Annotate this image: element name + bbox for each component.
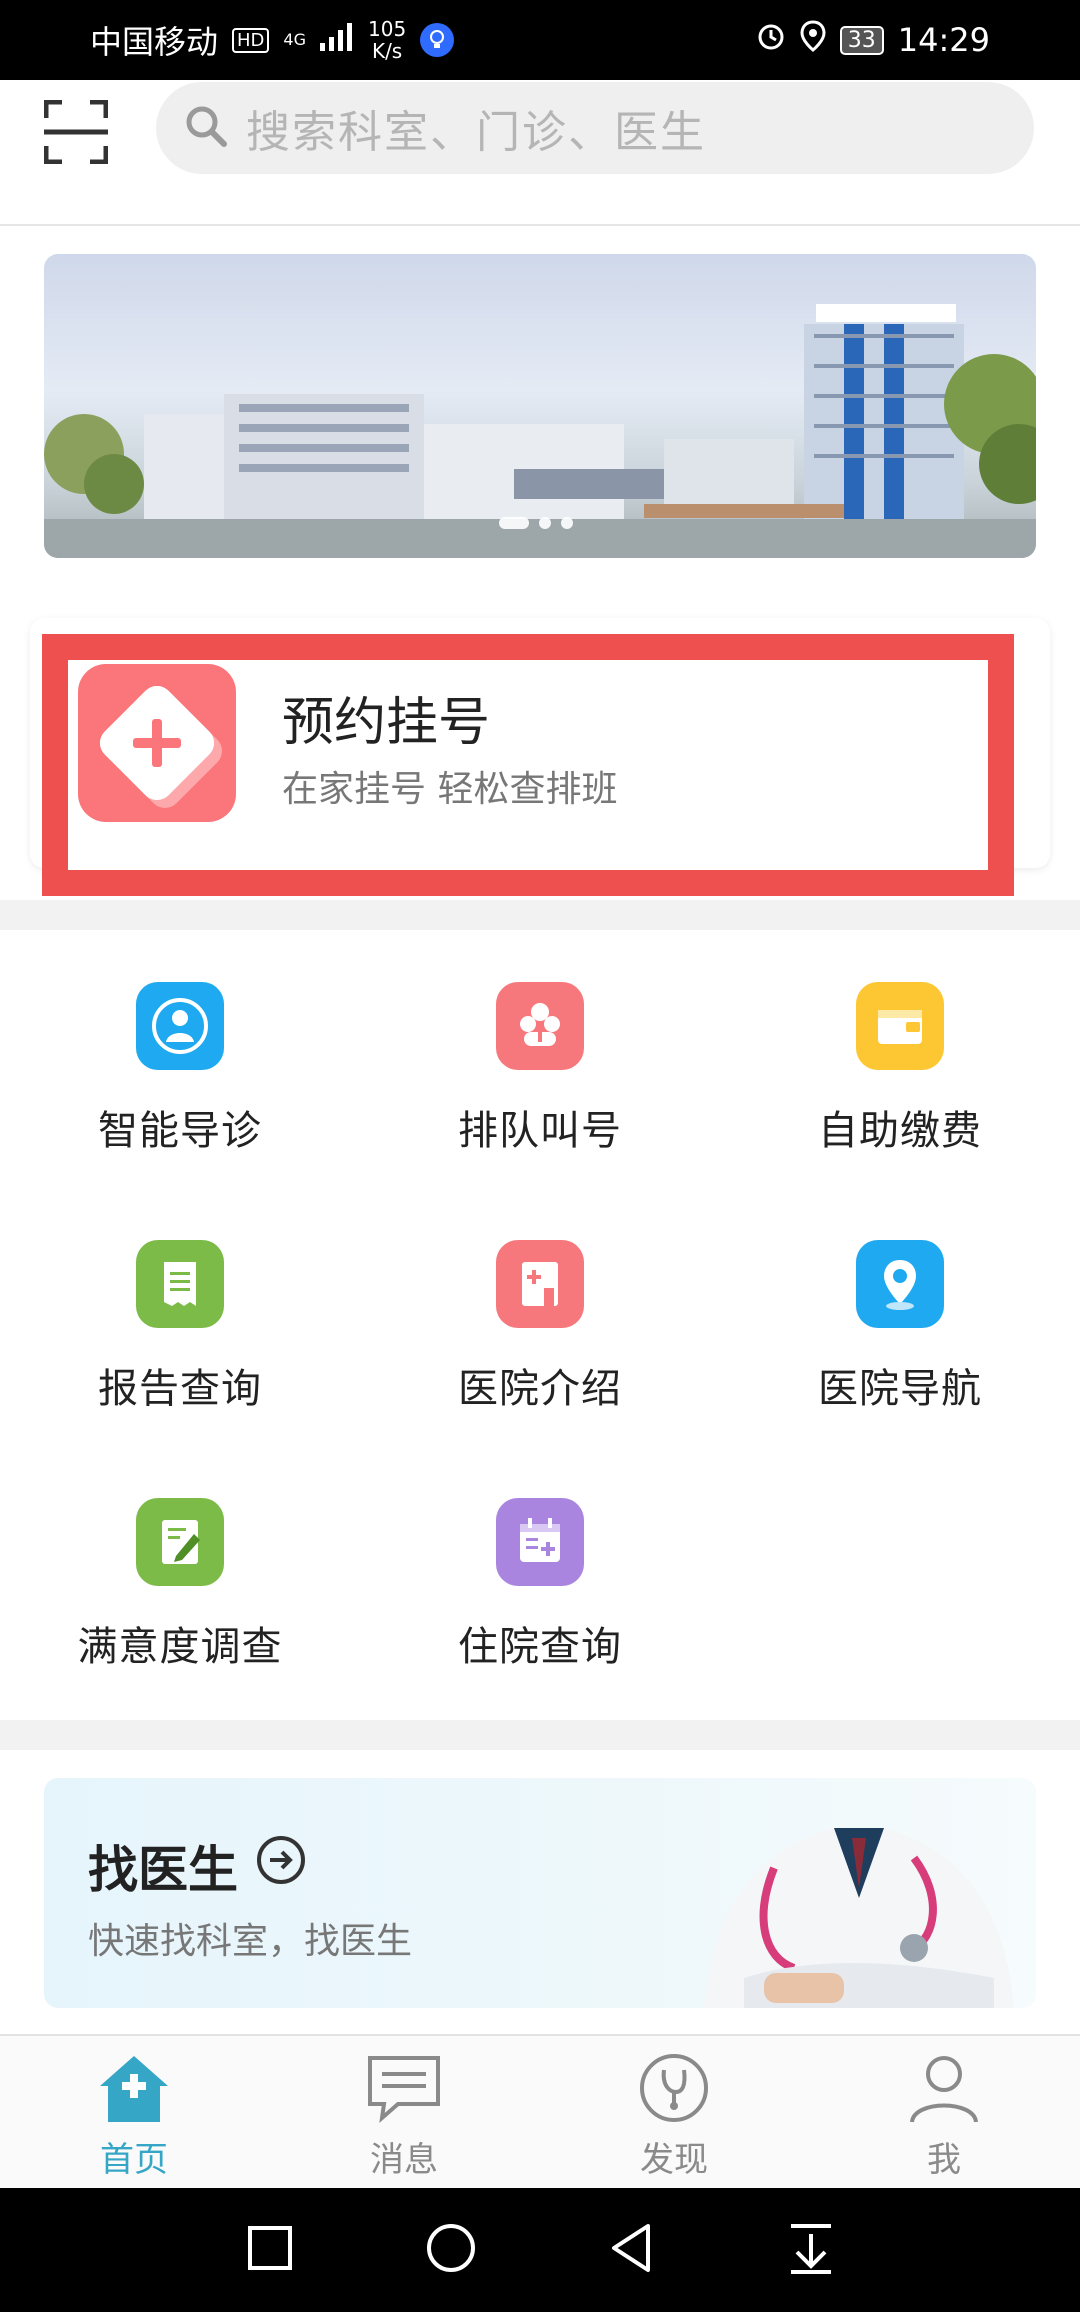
profile-icon <box>904 2056 984 2128</box>
service-hospital-navigation[interactable]: 医院导航 <box>720 1240 1080 1414</box>
service-self-pay[interactable]: 自助缴费 <box>720 982 1080 1156</box>
bottom-tab-bar: 首页 消息 发现 我 <box>0 2034 1080 2188</box>
recent-apps-icon[interactable] <box>246 2224 294 2276</box>
carousel-indicator <box>499 517 573 529</box>
banner-carousel[interactable] <box>44 254 1036 558</box>
hospital-banner-image <box>44 304 1036 558</box>
queue-icon <box>496 982 584 1070</box>
carousel-dot[interactable] <box>539 517 551 529</box>
calendar-icon <box>496 1498 584 1586</box>
survey-icon <box>136 1498 224 1586</box>
home-icon <box>94 2056 174 2128</box>
find-doctor-card[interactable]: 找医生 快速找科室，找医生 <box>44 1778 1036 2008</box>
service-label: 医院导航 <box>818 1366 982 1412</box>
service-label: 报告查询 <box>98 1366 262 1412</box>
bulb-icon <box>420 23 455 57</box>
header: 搜索科室、门诊、医生 <box>0 80 1080 226</box>
alarm-icon <box>756 21 786 59</box>
location-status-icon <box>800 20 826 60</box>
service-label: 医院介绍 <box>458 1366 622 1412</box>
tab-label: 首页 <box>100 2140 168 2180</box>
service-satisfaction-survey[interactable]: 满意度调查 <box>0 1498 360 1672</box>
service-hospital-intro[interactable]: 医院介绍 <box>360 1240 720 1414</box>
carrier-label: 中国移动 <box>90 23 219 61</box>
wallet-icon <box>856 982 944 1070</box>
clock: 14:29 <box>897 21 990 59</box>
service-label: 住院查询 <box>458 1624 622 1670</box>
message-icon <box>364 2056 444 2128</box>
section-divider <box>0 1720 1080 1750</box>
service-label: 满意度调查 <box>77 1624 283 1670</box>
tab-label: 发现 <box>640 2140 708 2180</box>
hospital-icon <box>496 1240 584 1328</box>
service-queue[interactable]: 排队叫号 <box>360 982 720 1156</box>
appointment-subtitle: 在家挂号 轻松查排班 <box>282 769 618 810</box>
network-icon: 4G <box>283 30 306 49</box>
service-label: 排队叫号 <box>458 1108 622 1154</box>
scan-icon[interactable] <box>43 99 109 165</box>
tab-label: 消息 <box>370 2140 438 2180</box>
search-placeholder: 搜索科室、门诊、医生 <box>246 107 706 158</box>
section-divider <box>0 900 1080 930</box>
report-icon <box>136 1240 224 1328</box>
back-icon[interactable] <box>608 2222 656 2278</box>
plus-diamond-icon <box>78 664 236 822</box>
hd-badge: HD <box>232 27 270 53</box>
arrow-circle-icon <box>256 1835 306 1897</box>
tab-home[interactable]: 首页 <box>74 2052 194 2181</box>
carousel-dot[interactable] <box>561 517 573 529</box>
service-inpatient-query[interactable]: 住院查询 <box>360 1498 720 1672</box>
location-icon <box>856 1240 944 1328</box>
tab-messages[interactable]: 消息 <box>344 2052 464 2181</box>
service-label: 智能导诊 <box>98 1108 262 1154</box>
search-input[interactable]: 搜索科室、门诊、医生 <box>156 82 1034 174</box>
network-speed: 105 K/s <box>368 17 407 63</box>
find-doctor-title: 找医生 <box>88 1841 238 1899</box>
doctor-illustration <box>704 1828 1014 2008</box>
guide-icon <box>136 982 224 1070</box>
find-doctor-subtitle: 快速找科室，找医生 <box>88 1921 413 1962</box>
tab-label: 我 <box>927 2140 961 2180</box>
find-doctor-heading: 找医生 <box>88 1830 306 1902</box>
service-smart-guide[interactable]: 智能导诊 <box>0 982 360 1156</box>
appointment-title: 预约挂号 <box>282 693 491 753</box>
signal-icon <box>320 21 354 59</box>
system-nav-bar <box>0 2188 1080 2312</box>
carousel-dot[interactable] <box>499 517 529 529</box>
search-icon <box>184 104 228 152</box>
status-bar: 中国移动 HD 4G 105 K/s 33 14:29 <box>0 0 1080 80</box>
tab-discover[interactable]: 发现 <box>614 2052 734 2181</box>
home-circle-icon[interactable] <box>425 2222 477 2278</box>
notification-pull-icon[interactable] <box>787 2222 835 2278</box>
discover-icon <box>634 2054 714 2128</box>
service-label: 自助缴费 <box>818 1108 982 1154</box>
tab-profile[interactable]: 我 <box>884 2052 1004 2181</box>
service-grid: 智能导诊 排队叫号 自助缴费 报告查询 医院介绍 医院导航 满意度调查 住院查询 <box>0 930 1080 1720</box>
service-report[interactable]: 报告查询 <box>0 1240 360 1414</box>
battery-icon: 33 <box>839 25 884 55</box>
